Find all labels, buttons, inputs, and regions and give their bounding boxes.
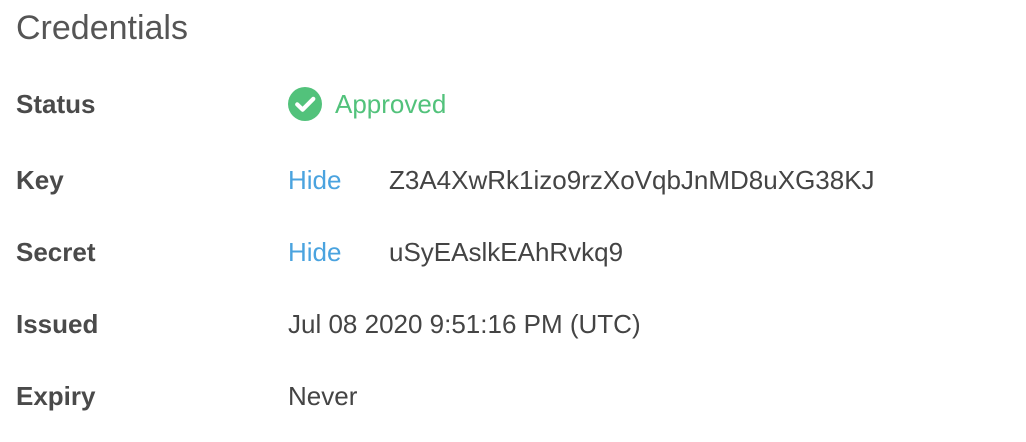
- expiry-label: Expiry: [16, 381, 96, 411]
- status-row: Status Approved: [0, 84, 1026, 124]
- section-title: Credentials: [16, 9, 188, 47]
- status-value: Approved: [335, 89, 447, 119]
- hide-secret-link[interactable]: Hide: [288, 232, 341, 272]
- check-circle-icon: [288, 87, 322, 121]
- key-value: Z3A4XwRk1izo9rzXoVqbJnMD8uXG38KJ: [389, 165, 875, 195]
- status-badge: Approved: [288, 84, 446, 124]
- secret-value: uSyEAslkEAhRvkq9: [389, 237, 624, 267]
- expiry-value: Never: [288, 381, 358, 411]
- expiry-row: Expiry Never: [0, 376, 1026, 416]
- key-row: Key Hide Z3A4XwRk1izo9rzXoVqbJnMD8uXG38K…: [0, 160, 1026, 200]
- hide-key-link[interactable]: Hide: [288, 160, 341, 200]
- secret-row: Secret Hide uSyEAslkEAhRvkq9: [0, 232, 1026, 272]
- issued-row: Issued Jul 08 2020 9:51:16 PM (UTC): [0, 304, 1026, 344]
- credentials-panel: Credentials Status Approved Key Hide Z3A…: [0, 0, 1026, 442]
- key-label: Key: [16, 165, 64, 195]
- issued-label: Issued: [16, 309, 99, 339]
- status-label: Status: [16, 89, 96, 119]
- secret-label: Secret: [16, 237, 96, 267]
- issued-value: Jul 08 2020 9:51:16 PM (UTC): [288, 309, 641, 339]
